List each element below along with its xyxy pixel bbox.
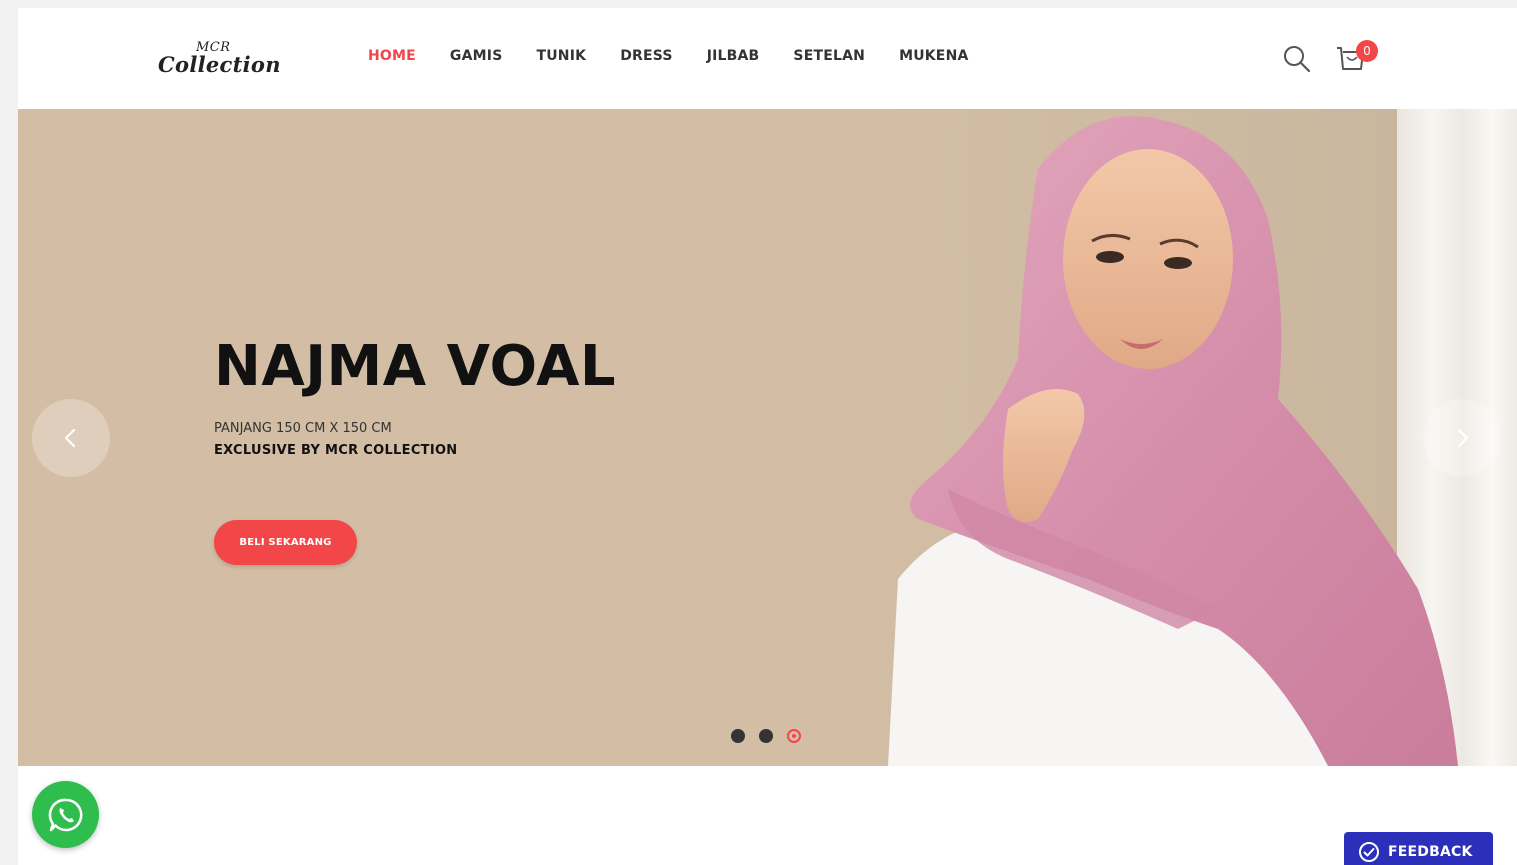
- nav-item-mukena[interactable]: MUKENA: [899, 48, 968, 64]
- feedback-check-icon: [1359, 842, 1379, 862]
- nav-item-tunik[interactable]: TUNIK: [536, 48, 586, 64]
- hero-slider: NAJMA VOAL PANJANG 150 CM X 150 CM EXCLU…: [18, 109, 1517, 766]
- chevron-right-icon: [1457, 428, 1469, 448]
- cart-count-badge: 0: [1356, 40, 1378, 62]
- whatsapp-button[interactable]: [32, 781, 99, 848]
- buy-now-button[interactable]: BELI SEKARANG: [214, 520, 357, 565]
- hero-subtitle-brand: EXCLUSIVE BY MCR COLLECTION: [214, 443, 458, 458]
- slide-dot-3-active[interactable]: [787, 729, 801, 743]
- next-slide-button[interactable]: [1423, 399, 1501, 477]
- hero-title: NAJMA VOAL: [214, 334, 617, 399]
- nav-item-dress[interactable]: DRESS: [620, 48, 673, 64]
- page: MCR Collection HOME GAMIS TUNIK DRESS JI…: [18, 8, 1517, 865]
- slide-indicators: [731, 729, 801, 743]
- main-nav: HOME GAMIS TUNIK DRESS JILBAB SETELAN MU…: [368, 48, 1003, 64]
- nav-item-setelan[interactable]: SETELAN: [793, 48, 865, 64]
- whatsapp-icon: [48, 798, 82, 831]
- feedback-label: FEEDBACK: [1388, 844, 1473, 860]
- hero-subtitle-size: PANJANG 150 CM X 150 CM: [214, 421, 392, 436]
- site-header: MCR Collection HOME GAMIS TUNIK DRESS JI…: [18, 8, 1517, 109]
- nav-item-jilbab[interactable]: JILBAB: [707, 48, 760, 64]
- nav-item-home[interactable]: HOME: [368, 48, 416, 64]
- search-icon[interactable]: [1282, 44, 1312, 74]
- slide-dot-2[interactable]: [759, 729, 773, 743]
- slide-dot-1[interactable]: [731, 729, 745, 743]
- feedback-button[interactable]: FEEDBACK: [1344, 832, 1493, 865]
- prev-slide-button[interactable]: [32, 399, 110, 477]
- logo-bottom-text: Collection: [158, 52, 281, 77]
- chevron-left-icon: [64, 428, 76, 448]
- nav-item-gamis[interactable]: GAMIS: [450, 48, 503, 64]
- model-photo: [888, 116, 1458, 766]
- brand-logo[interactable]: MCR Collection: [158, 38, 281, 82]
